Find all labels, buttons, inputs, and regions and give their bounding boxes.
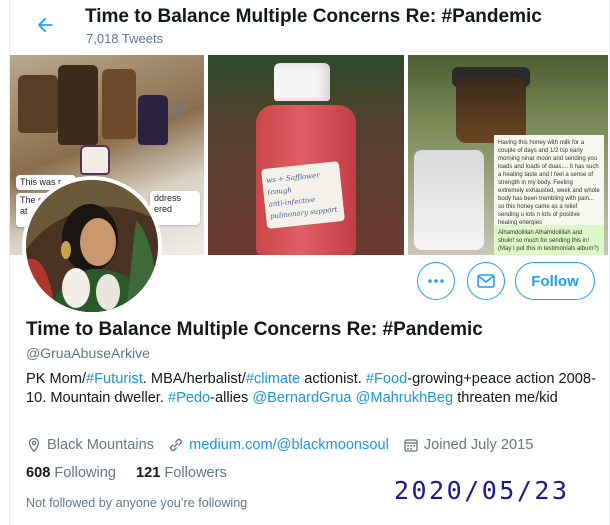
tweet-count: 7,018 Tweets <box>86 31 164 46</box>
header-title: Time to Balance Multiple Concerns Re: #P… <box>85 6 542 27</box>
envelope-icon <box>477 274 495 288</box>
avatar[interactable] <box>22 176 162 316</box>
bio-text: -allies <box>210 390 253 406</box>
bio-text: PK Mom/ <box>26 371 87 387</box>
bottle-cap-image <box>274 63 330 101</box>
milk-glass-image <box>414 150 484 250</box>
avatar-image <box>26 180 158 312</box>
follow-button[interactable]: Follow <box>515 262 595 300</box>
following-link[interactable]: 608 Following <box>26 465 116 481</box>
jar-image <box>138 95 168 145</box>
hashtag-link[interactable]: #climate <box>246 371 300 387</box>
not-followed-note: Not followed by anyone you’re following <box>26 496 248 510</box>
follow-counts: 608 Following 121 Followers <box>26 465 247 481</box>
bottle-label: ws + Safflower (cough anti-infective pul… <box>261 161 345 229</box>
mention-link[interactable]: @BernardGrua <box>252 390 351 406</box>
profile-header-bar: Time to Balance Multiple Concerns Re: #P… <box>10 0 608 53</box>
hashtag-link[interactable]: #Food <box>366 371 407 387</box>
website-link[interactable]: medium.com/@blackmoonsoul <box>189 437 389 453</box>
chat-screenshot-reply: Alhamdolillah Alhamdolillah and shukr! s… <box>494 225 604 255</box>
banner-photo-bottle: ws + Safflower (cough anti-infective pul… <box>208 55 404 255</box>
join-date: Joined July 2015 <box>403 437 534 453</box>
jar-image <box>18 75 58 133</box>
bio-text: threaten me/kid <box>453 390 558 406</box>
jar-image <box>58 65 98 145</box>
honey-jar-image <box>456 77 526 143</box>
location-text: Black Mountains <box>47 437 155 453</box>
join-date-text: Joined July 2015 <box>423 437 534 453</box>
profile-handle: @GruaAbuseArkive <box>26 345 150 361</box>
more-dots-icon <box>428 279 444 283</box>
portrait-illustration <box>26 180 158 312</box>
followers-link[interactable]: 121 Followers <box>136 465 227 481</box>
banner-photo-honey: Having this honey with milk for a couple… <box>408 55 608 255</box>
followers-label: Followers <box>164 465 227 481</box>
location-pin-icon <box>28 437 40 453</box>
date-stamp: 2020/05/23 <box>394 476 570 505</box>
bio-text: actionist. <box>300 371 366 387</box>
forward-icon <box>168 99 186 117</box>
following-count: 608 <box>26 465 51 481</box>
bio-text: . MBA/herbalist/ <box>142 371 246 387</box>
jar-image <box>102 69 136 139</box>
profile-meta: Black Mountains medium.com/@blackmoonsou… <box>26 436 547 454</box>
profile-bio: PK Mom/#Futurist. MBA/herbalist/#climate… <box>26 370 596 408</box>
hashtag-link[interactable]: #Pedo <box>168 390 210 406</box>
calendar-icon <box>404 439 418 452</box>
back-button[interactable] <box>28 8 62 42</box>
profile-name: Time to Balance Multiple Concerns Re: #P… <box>26 319 483 340</box>
followers-count: 121 <box>136 465 161 481</box>
website[interactable]: medium.com/@blackmoonsoul <box>168 437 389 453</box>
arrow-left-icon <box>37 17 53 33</box>
hashtag-link[interactable]: #Futurist <box>86 371 143 387</box>
following-label: Following <box>54 465 117 481</box>
location: Black Mountains <box>26 437 154 453</box>
mention-link[interactable]: @MahrukhBeg <box>356 390 454 406</box>
link-icon <box>170 438 182 452</box>
more-button[interactable] <box>417 262 455 300</box>
jar-label-image <box>80 145 110 175</box>
chat-bubble: ddress ered <box>150 191 200 225</box>
message-button[interactable] <box>467 262 505 300</box>
